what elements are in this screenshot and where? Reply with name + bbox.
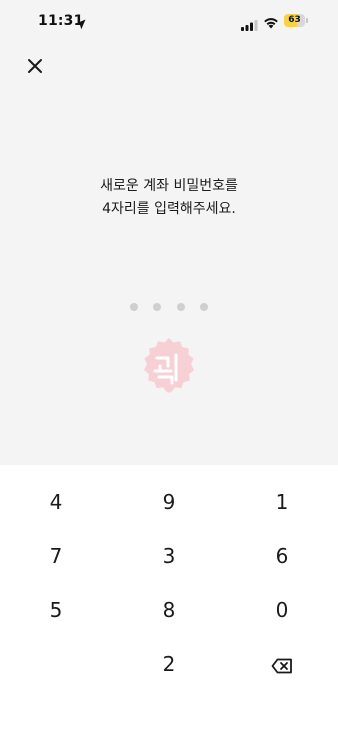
wifi-icon [263,14,279,29]
pin-dot [177,303,185,311]
digit-key[interactable]: 8 [113,583,225,637]
pin-entry-area: 11:31 63 새로운 계좌 비밀번호를 4자리를 입력해주세요. [0,0,338,465]
prompt-line-1: 새로운 계좌 비밀번호를 [100,178,238,194]
digit-key[interactable]: 9 [113,475,225,529]
battery-percent: 63 [288,15,301,25]
pin-dot [153,303,161,311]
watermark-logo [138,336,200,398]
digit-key[interactable]: 3 [113,529,225,583]
pin-dot [130,303,138,311]
backspace-icon [271,658,292,673]
digit-key[interactable]: 5 [0,583,112,637]
prompt-line-2: 4자리를 입력해주세요. [102,201,236,217]
status-bar: 11:31 63 [0,0,338,44]
cellular-signal-icon [241,16,258,31]
number-keypad: 491 736 5802 [0,465,338,730]
digit-key[interactable]: 4 [0,475,112,529]
location-arrow-icon [75,15,86,30]
backspace-key[interactable] [226,637,338,691]
close-icon [28,59,42,73]
pin-prompt: 새로운 계좌 비밀번호를 4자리를 입력해주세요. [0,175,338,221]
pin-dot [200,303,208,311]
digit-key[interactable]: 6 [226,529,338,583]
pin-indicator [0,303,338,313]
digit-key[interactable]: 0 [226,583,338,637]
battery-icon: 63 [284,14,309,27]
digit-key[interactable]: 1 [226,475,338,529]
digit-key[interactable]: 7 [0,529,112,583]
close-button[interactable] [22,53,48,79]
keypad-empty-slot [0,637,112,691]
digit-key[interactable]: 2 [113,637,225,691]
